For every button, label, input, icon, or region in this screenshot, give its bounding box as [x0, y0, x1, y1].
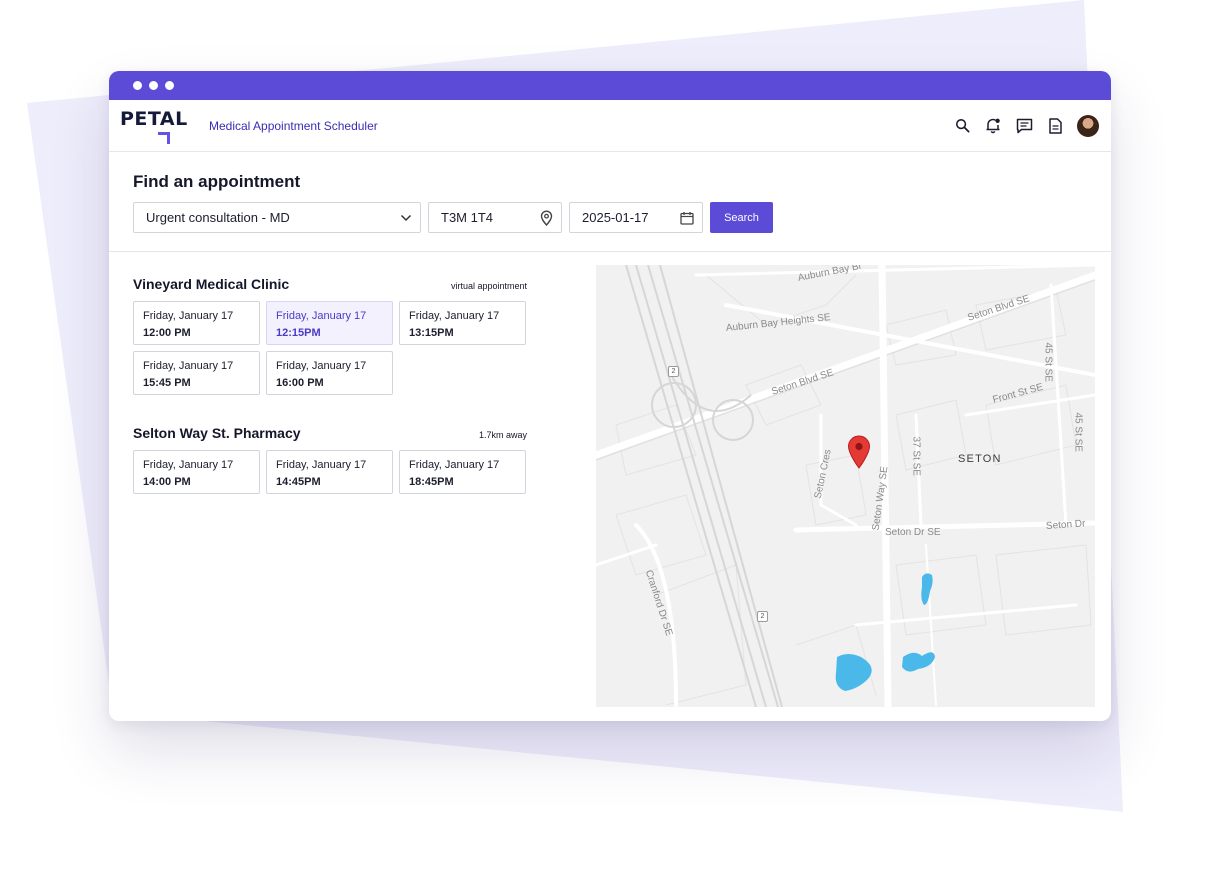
- logo-mark: [158, 131, 170, 144]
- slot-day: Friday, January 17: [143, 310, 234, 322]
- clinic-name: Vineyard Medical Clinic: [133, 276, 290, 292]
- time-slots: Friday, January 17 14:00 PM Friday, Janua…: [133, 450, 527, 494]
- slot-day: Friday, January 17: [276, 310, 367, 322]
- logo-text: PETAL: [120, 107, 188, 130]
- petal-logo[interactable]: PETAL: [120, 107, 188, 144]
- time-slot[interactable]: Friday, January 17 16:00 PM: [266, 351, 393, 395]
- time-slot[interactable]: Friday, January 17 12:00 PM: [133, 301, 260, 345]
- highway-shield: 2: [757, 611, 768, 622]
- slot-time: 13:15PM: [409, 327, 454, 339]
- slot-time: 14:45PM: [276, 476, 321, 488]
- clinic-header: Selton Way St. Pharmacy 1.7km away: [133, 425, 527, 441]
- slot-day: Friday, January 17: [409, 459, 500, 471]
- slot-time: 18:45PM: [409, 476, 454, 488]
- app-window: PETAL Medical Appointment Scheduler Find…: [109, 71, 1111, 721]
- search-section: Find an appointment Urgent consultation …: [109, 152, 1111, 252]
- appointment-type-select[interactable]: Urgent consultation - MD: [133, 202, 421, 233]
- window-titlebar: [109, 71, 1111, 100]
- chat-icon[interactable]: [1015, 117, 1033, 135]
- clinic-tag: virtual appointment: [450, 281, 527, 291]
- water: [902, 652, 935, 672]
- time-slot[interactable]: Friday, January 17 14:45PM: [266, 450, 393, 494]
- window-dot[interactable]: [165, 81, 174, 90]
- slot-time: 12:00 PM: [143, 327, 191, 339]
- slot-day: Friday, January 17: [276, 459, 367, 471]
- date-value: 2025-01-17: [582, 210, 649, 225]
- clinic-header: Vineyard Medical Clinic virtual appointm…: [133, 276, 527, 292]
- bell-icon[interactable]: [984, 117, 1002, 135]
- page-title: Find an appointment: [133, 172, 301, 191]
- results-area: Vineyard Medical Clinic virtual appointm…: [109, 252, 1111, 720]
- clinic-name: Selton Way St. Pharmacy: [133, 425, 301, 441]
- map-label-45-st-b: 45 St SE: [1072, 412, 1084, 452]
- time-slot-selected[interactable]: Friday, January 17 12:15PM: [266, 301, 393, 345]
- time-slot[interactable]: Friday, January 17 18:45PM: [399, 450, 526, 494]
- avatar[interactable]: [1077, 114, 1099, 137]
- postal-code-input[interactable]: T3M 1T4: [428, 202, 562, 233]
- app-header: PETAL Medical Appointment Scheduler: [109, 100, 1111, 152]
- water: [921, 573, 933, 605]
- slot-time: 16:00 PM: [276, 377, 324, 389]
- map-label-seton-dr-mid: Seton Dr SE: [885, 527, 941, 538]
- date-input[interactable]: 2025-01-17: [569, 202, 703, 233]
- slot-time: 15:45 PM: [143, 377, 191, 389]
- time-slot[interactable]: Friday, January 17 15:45 PM: [133, 351, 260, 395]
- time-slots: Friday, January 17 12:00 PM Friday, Janua…: [133, 301, 527, 395]
- map-label-45-st-a: 45 St SE: [1042, 342, 1054, 382]
- map-view[interactable]: Auburn Bay Bl Auburn Bay Heights SE Seto…: [596, 265, 1095, 707]
- map-label-37-st: 37 St SE: [910, 436, 922, 476]
- calendar-icon: [680, 211, 694, 225]
- time-slot[interactable]: Friday, January 17 14:00 PM: [133, 450, 260, 494]
- search-icon[interactable]: [953, 117, 971, 135]
- window-dot[interactable]: [133, 81, 142, 90]
- slot-day: Friday, January 17: [276, 360, 367, 372]
- clinic-card: Selton Way St. Pharmacy 1.7km away Frida…: [133, 425, 527, 494]
- window-dot[interactable]: [149, 81, 158, 90]
- chevron-down-icon: [400, 214, 412, 221]
- time-slot[interactable]: Friday, January 17 13:15PM: [399, 301, 526, 345]
- document-icon[interactable]: [1046, 117, 1064, 135]
- map-pin-icon[interactable]: [847, 435, 871, 469]
- clinic-card: Vineyard Medical Clinic virtual appointm…: [133, 276, 527, 395]
- search-button[interactable]: Search: [710, 202, 773, 233]
- search-filters: Urgent consultation - MD T3M 1T4 2025-01…: [133, 202, 1087, 233]
- clinic-results: Vineyard Medical Clinic virtual appointm…: [133, 276, 527, 524]
- slot-time: 14:00 PM: [143, 476, 191, 488]
- highway-shield: 2: [668, 366, 679, 377]
- app-title: Medical Appointment Scheduler: [209, 118, 378, 133]
- slot-day: Friday, January 17: [409, 310, 500, 322]
- postal-code-value: T3M 1T4: [441, 210, 494, 225]
- clinic-distance: 1.7km away: [478, 430, 527, 440]
- map-roads: [596, 265, 1095, 707]
- stage: PETAL Medical Appointment Scheduler Find…: [0, 0, 1220, 878]
- appointment-type-value: Urgent consultation - MD: [146, 210, 290, 225]
- slot-day: Friday, January 17: [143, 459, 234, 471]
- slot-day: Friday, January 17: [143, 360, 234, 372]
- slot-time: 12:15PM: [276, 327, 321, 339]
- header-actions: [953, 114, 1099, 137]
- location-pin-icon: [540, 210, 553, 226]
- map-label-seton-area: SETON: [958, 453, 1002, 465]
